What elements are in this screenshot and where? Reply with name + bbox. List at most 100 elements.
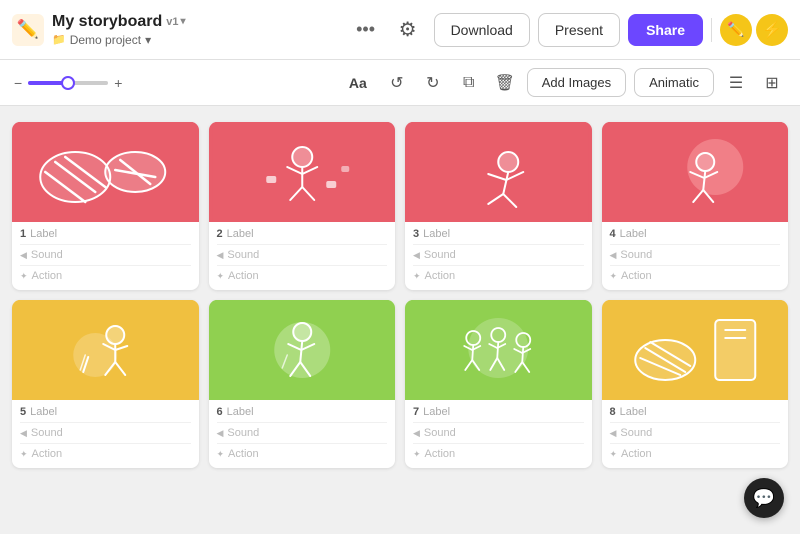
title-area: My storyboard v1 ▾ 📁 Demo project ▾	[52, 13, 186, 47]
action-icon: ✦	[413, 449, 421, 460]
frame-meta: 1 Label ◀ Sound ✦ Action	[12, 222, 199, 290]
sound-text: Sound	[424, 249, 456, 261]
action-icon: ✦	[610, 271, 618, 282]
action-text: Action	[32, 448, 63, 460]
grid-view-icon: ⊞	[765, 73, 778, 93]
animatic-label: Animatic	[649, 75, 699, 90]
frame-meta: 4 Label ◀ Sound ✦ Action	[602, 222, 789, 290]
version-badge: v1 ▾	[166, 16, 185, 28]
canvas-area: 1 Label ◀ Sound ✦ Action	[0, 106, 800, 534]
delete-button[interactable]: 🗑	[491, 69, 519, 97]
frame-meta: 6 Label ◀ Sound ✦ Action	[209, 400, 396, 468]
sound-text: Sound	[424, 427, 456, 439]
action-text: Action	[621, 448, 652, 460]
action-text: Action	[425, 270, 456, 282]
list-view-icon: ☰	[729, 73, 743, 93]
list-view-button[interactable]: ☰	[722, 69, 750, 97]
add-images-label: Add Images	[542, 75, 611, 90]
sound-icon: ◀	[413, 250, 420, 261]
zoom-slider[interactable]	[28, 81, 108, 85]
frame-card[interactable]: 1 Label ◀ Sound ✦ Action	[12, 122, 199, 290]
chat-button[interactable]: 💬	[744, 478, 784, 518]
action-icon: ✦	[413, 271, 421, 282]
version-text: v1	[166, 16, 178, 28]
frame-label: Label	[227, 228, 254, 240]
frame-label: Label	[423, 406, 450, 418]
download-label: Download	[451, 22, 513, 38]
action-text: Action	[228, 270, 259, 282]
frame-label: Label	[30, 228, 57, 240]
action-icon: ✦	[20, 271, 28, 282]
add-images-button[interactable]: Add Images	[527, 68, 626, 97]
frame-number: 7	[413, 406, 419, 418]
frame-number: 8	[610, 406, 616, 418]
font-button[interactable]: Aa	[341, 71, 375, 95]
action-text: Action	[425, 448, 456, 460]
avatar-icon: ✏️	[727, 21, 744, 38]
sound-text: Sound	[227, 427, 259, 439]
trash-icon: 🗑	[495, 73, 515, 93]
action-icon: ✦	[217, 271, 225, 282]
copy-icon: ⧉	[463, 74, 474, 92]
sound-icon: ◀	[20, 250, 27, 261]
present-button[interactable]: Present	[538, 13, 620, 47]
frame-image	[602, 122, 789, 222]
action-text: Action	[621, 270, 652, 282]
zoom-plus-button[interactable]: +	[114, 75, 122, 91]
frame-meta: 2 Label ◀ Sound ✦ Action	[209, 222, 396, 290]
frame-card[interactable]: 6 Label ◀ Sound ✦ Action	[209, 300, 396, 468]
frame-image	[12, 122, 199, 222]
frame-image	[602, 300, 789, 400]
frame-meta: 8 Label ◀ Sound ✦ Action	[602, 400, 789, 468]
user-controls: ✏️ ⚡	[720, 14, 788, 46]
action-text: Action	[32, 270, 63, 282]
undo-button[interactable]: ↺	[383, 69, 411, 97]
action-icon: ✦	[20, 449, 28, 460]
font-icon: Aa	[349, 75, 367, 91]
frame-card[interactable]: 7 Label ◀ Sound ✦ Action	[405, 300, 592, 468]
settings-button[interactable]: ⚙	[390, 12, 426, 48]
toolbar: − + Aa ↺ ↻ ⧉ 🗑 Add Images Animatic ☰ ⊞	[0, 60, 800, 106]
download-button[interactable]: Download	[434, 13, 530, 47]
frame-meta: 7 Label ◀ Sound ✦ Action	[405, 400, 592, 468]
frame-image	[209, 300, 396, 400]
pencil-icon: ✏️	[17, 19, 39, 40]
frame-number: 4	[610, 228, 616, 240]
chat-icon: 💬	[753, 488, 775, 509]
frame-card[interactable]: 2 Label ◀ Sound ✦ Action	[209, 122, 396, 290]
folder-icon: 📁	[52, 33, 66, 46]
present-label: Present	[555, 22, 603, 38]
gear-icon: ⚙	[399, 17, 417, 42]
lightning-icon: ⚡	[762, 20, 782, 40]
frame-number: 6	[217, 406, 223, 418]
frame-card[interactable]: 4 Label ◀ Sound ✦ Action	[602, 122, 789, 290]
frame-number: 2	[217, 228, 223, 240]
grid-view-button[interactable]: ⊞	[758, 69, 786, 97]
frame-number: 1	[20, 228, 26, 240]
sound-icon: ◀	[413, 428, 420, 439]
frame-meta: 3 Label ◀ Sound ✦ Action	[405, 222, 592, 290]
header: ✏️ My storyboard v1 ▾ 📁 Demo project ▾ •…	[0, 0, 800, 60]
sound-text: Sound	[31, 427, 63, 439]
frame-card[interactable]: 8 Label ◀ Sound ✦ Action	[602, 300, 789, 468]
app-logo: ✏️	[12, 14, 44, 46]
action-icon: ✦	[217, 449, 225, 460]
user-avatar[interactable]: ✏️	[720, 14, 752, 46]
frame-label: Label	[30, 406, 57, 418]
lightning-button[interactable]: ⚡	[756, 14, 788, 46]
sound-text: Sound	[31, 249, 63, 261]
frame-image	[209, 122, 396, 222]
frame-label: Label	[423, 228, 450, 240]
animatic-button[interactable]: Animatic	[634, 68, 714, 97]
storyboard-title: My storyboard	[52, 13, 162, 31]
share-button[interactable]: Share	[628, 14, 703, 46]
undo-icon: ↺	[390, 73, 403, 93]
frame-card[interactable]: 5 Label ◀ Sound ✦ Action	[12, 300, 199, 468]
copy-button[interactable]: ⧉	[455, 69, 483, 97]
redo-button[interactable]: ↻	[419, 69, 447, 97]
chevron-down-icon: ▾	[145, 33, 151, 47]
frame-label: Label	[620, 228, 647, 240]
frame-card[interactable]: 3 Label ◀ Sound ✦ Action	[405, 122, 592, 290]
more-options-button[interactable]: •••	[350, 14, 382, 46]
zoom-minus-button[interactable]: −	[14, 75, 22, 91]
